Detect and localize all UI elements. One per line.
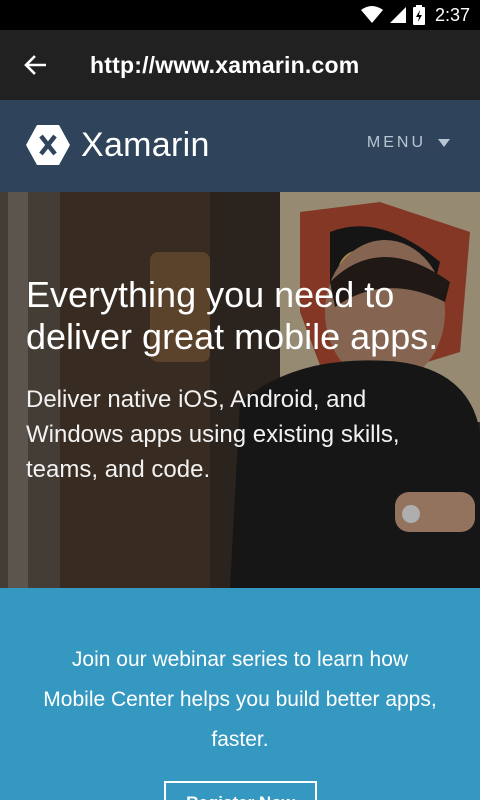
back-button[interactable]	[0, 30, 70, 100]
webinar-promo: Join our webinar series to learn how Mob…	[0, 588, 480, 800]
register-now-button[interactable]: Register Now	[164, 781, 317, 800]
wifi-icon	[360, 6, 383, 23]
status-bar: 2:37	[0, 0, 480, 30]
xamarin-hexagon-icon	[26, 125, 70, 165]
site-header: Xamarin MENU	[0, 100, 480, 192]
app-bar: http://www.xamarin.com	[0, 30, 480, 100]
menu-label: MENU	[366, 134, 426, 151]
caret-down-icon	[438, 139, 450, 147]
promo-text: Join our webinar series to learn how Mob…	[43, 648, 437, 751]
status-time: 2:37	[434, 4, 470, 25]
logo-text: Xamarin	[81, 125, 210, 164]
arrow-left-icon	[24, 55, 46, 75]
menu-button[interactable]: MENU	[367, 134, 450, 152]
battery-icon	[412, 5, 425, 25]
signal-icon	[389, 7, 406, 23]
page-url: http://www.xamarin.com	[90, 51, 360, 78]
status-icons: 2:37	[360, 0, 470, 30]
xamarin-logo[interactable]: Xamarin	[25, 124, 210, 166]
hero-headline: Everything you need to deliver great mob…	[26, 274, 439, 357]
hero-subtext: Deliver native iOS, Android, and Windows…	[26, 386, 400, 483]
hero-section: Everything you need to deliver great mob…	[0, 192, 480, 588]
